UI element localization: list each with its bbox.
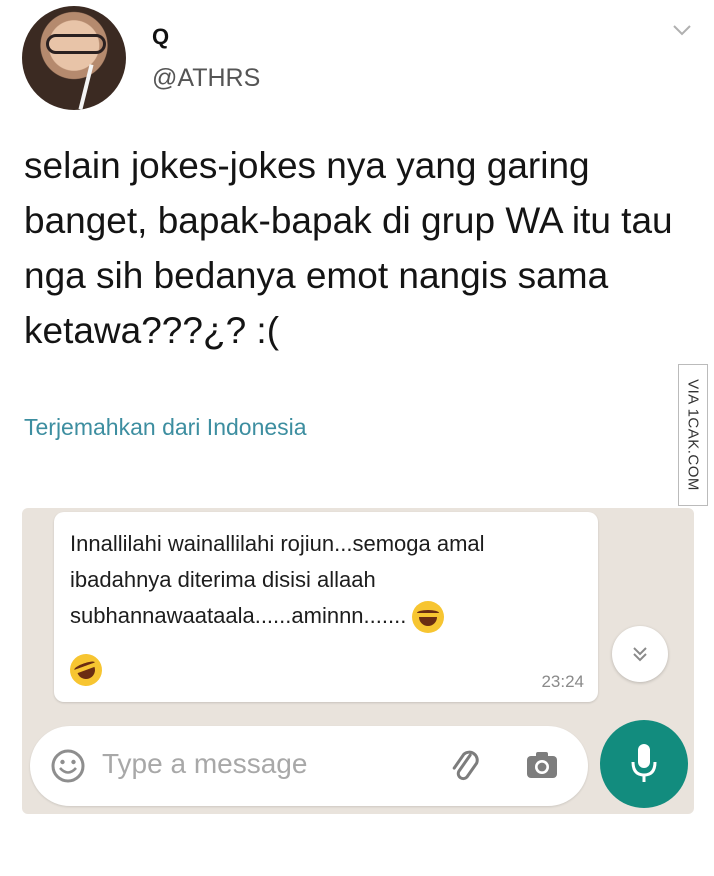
microphone-button[interactable]	[600, 720, 688, 808]
tweet-text: selain jokes-jokes nya yang garing bange…	[24, 145, 673, 351]
user-handle[interactable]: @ATHRS	[152, 64, 260, 93]
laughing-tears-emoji-icon	[412, 601, 445, 634]
message-input[interactable]: Type a message	[102, 748, 307, 780]
translate-link[interactable]: Terjemahkan dari Indonesia	[24, 414, 307, 441]
message-time: 23:24	[541, 672, 584, 691]
avatar-lollipop-stick	[78, 64, 94, 110]
avatar-glasses	[46, 34, 106, 54]
chevron-down-icon[interactable]	[670, 18, 694, 42]
message-text: Innallilahi wainallilahi rojiun...semoga…	[70, 526, 570, 634]
smiley-icon[interactable]	[50, 748, 86, 784]
watermark-text: VIA 1CAK.COM	[684, 379, 702, 491]
message-input-bar[interactable]: Type a message	[30, 726, 588, 806]
microphone-icon	[631, 744, 657, 782]
avatar[interactable]	[22, 6, 126, 110]
laughing-tears-emoji-icon	[65, 649, 107, 691]
chat-window: Innallilahi wainallilahi rojiun...semoga…	[22, 508, 694, 814]
watermark: VIA 1CAK.COM	[678, 364, 708, 506]
display-name[interactable]: Q	[152, 24, 169, 50]
scroll-down-button[interactable]	[612, 626, 668, 682]
double-chevron-down-icon	[633, 647, 647, 662]
paperclip-icon[interactable]	[446, 746, 486, 786]
camera-icon[interactable]	[524, 748, 560, 784]
message-bubble[interactable]: Innallilahi wainallilahi rojiun...semoga…	[54, 512, 598, 702]
